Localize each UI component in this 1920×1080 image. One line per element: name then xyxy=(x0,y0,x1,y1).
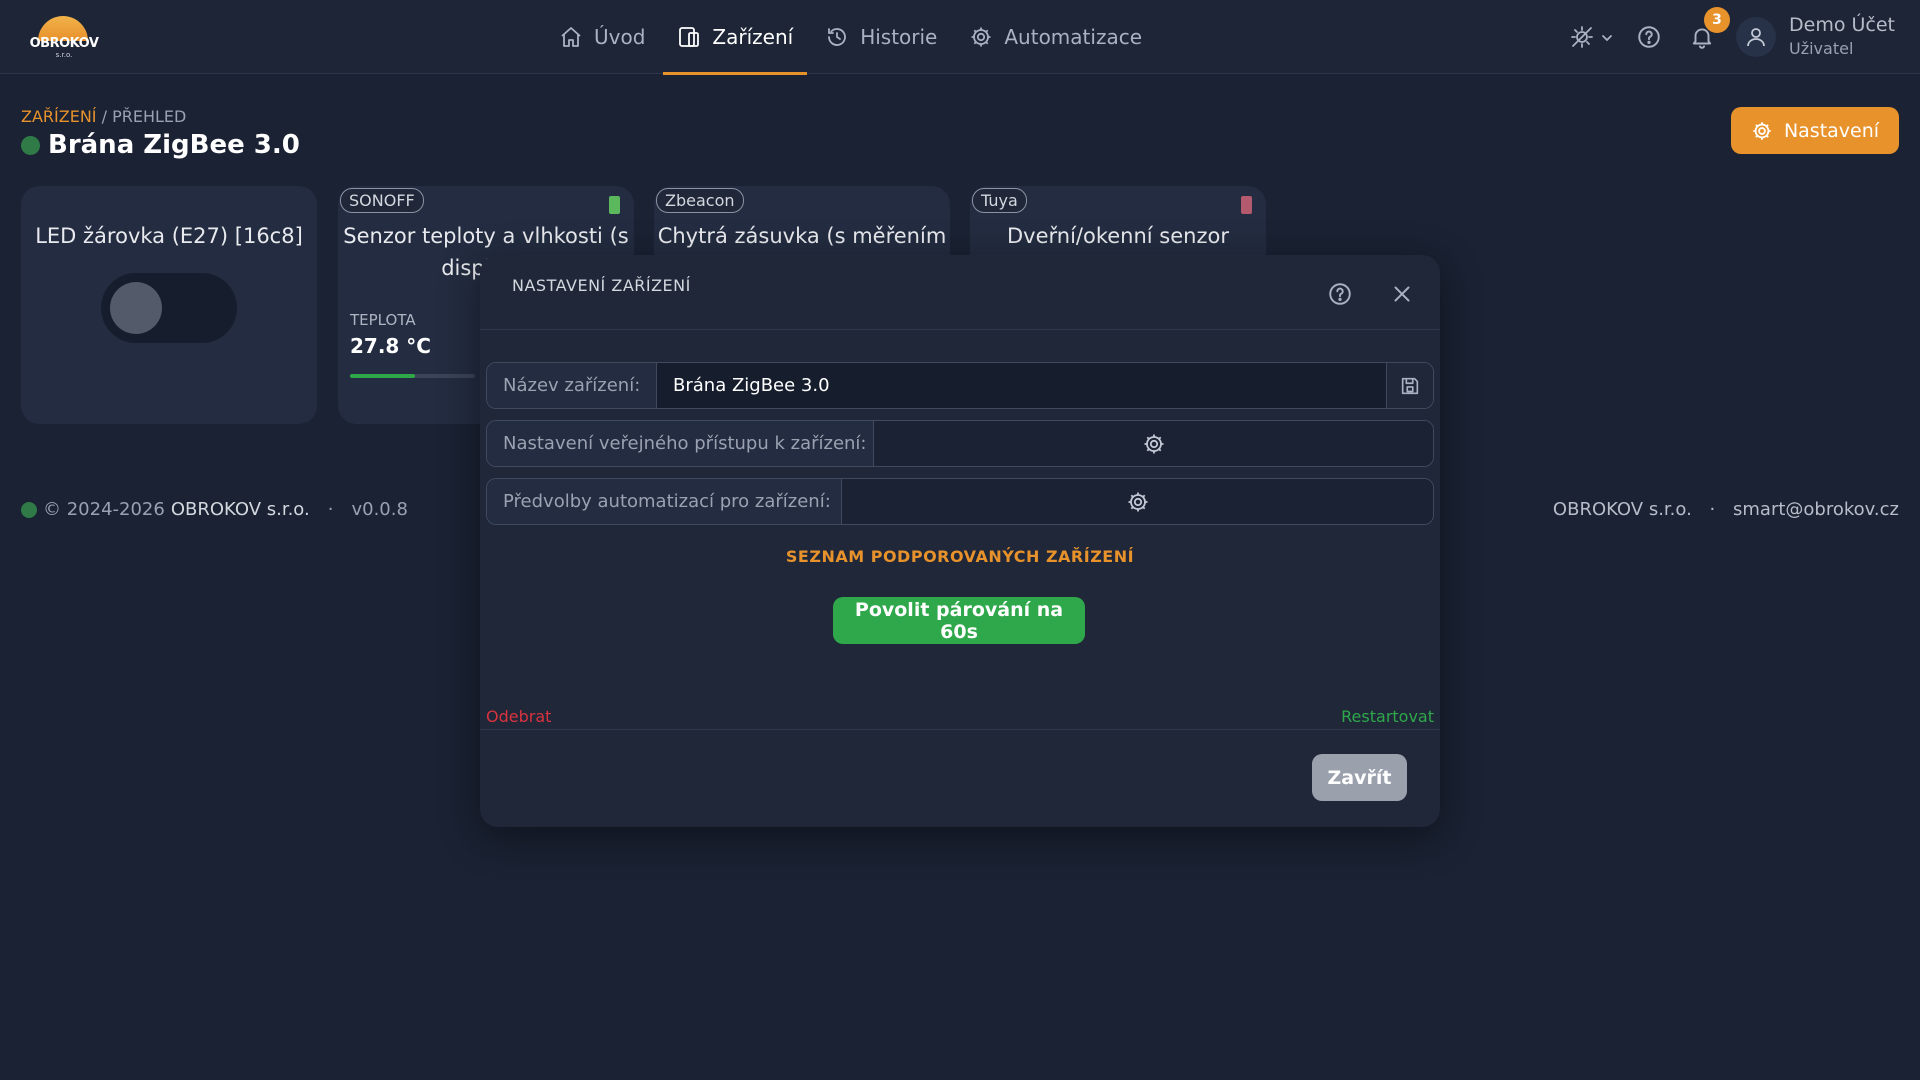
device-name-label: Název zařízení: xyxy=(487,363,657,408)
help-icon xyxy=(1329,283,1351,305)
nav-item-historie[interactable]: Historie xyxy=(811,0,951,74)
modal-header: NASTAVENÍ ZAŘÍZENÍ xyxy=(480,255,1440,330)
temperature-value: 27.8 °C xyxy=(350,334,431,358)
nav-item-label: Zařízení xyxy=(712,25,794,49)
devices-icon xyxy=(679,27,700,47)
device-power-toggle[interactable] xyxy=(101,273,237,343)
remove-device-link[interactable]: Odebrat xyxy=(486,707,551,726)
public-access-settings-button[interactable] xyxy=(874,421,1433,466)
breadcrumb-separator: / xyxy=(96,107,113,126)
help-icon xyxy=(1638,26,1660,48)
gear-icon xyxy=(1753,121,1771,140)
footer-right-company[interactable]: OBROKOV s.r.o. xyxy=(1553,499,1692,520)
page-title: Brána ZigBee 3.0 xyxy=(21,130,300,160)
breadcrumb-current: PŘEHLED xyxy=(112,107,187,126)
nav-item-label: Úvod xyxy=(594,25,646,49)
automation-presets-label: Předvolby automatizací pro zařízení: xyxy=(487,479,842,524)
top-bar: OBROKOV s.r.o. Úvod Zařízení Historie Au… xyxy=(0,0,1920,75)
battery-icon xyxy=(609,196,620,214)
history-icon xyxy=(828,28,847,46)
toggle-knob xyxy=(110,282,162,334)
status-dot-icon xyxy=(21,135,40,155)
footer-separator: · xyxy=(1709,499,1716,520)
chevron-down-icon xyxy=(1602,35,1612,42)
modal-divider xyxy=(480,729,1440,730)
footer-company[interactable]: OBROKOV s.r.o. xyxy=(171,499,310,520)
restart-device-link[interactable]: Restartovat xyxy=(1341,707,1434,726)
footer-right: OBROKOV s.r.o. · smart@obrokov.cz xyxy=(1553,499,1899,520)
close-icon xyxy=(1394,286,1410,302)
theme-toggle[interactable] xyxy=(1570,24,1616,50)
device-card-title: Chytrá zásuvka (s měřením xyxy=(657,224,947,248)
nav-item-automatizace[interactable]: Automatizace xyxy=(955,0,1156,74)
automation-presets-field: Předvolby automatizací pro zařízení: xyxy=(486,478,1434,525)
save-icon xyxy=(1401,377,1419,394)
public-access-field: Nastavení veřejného přístupu k zařízení: xyxy=(486,420,1434,467)
status-dot-icon xyxy=(21,501,37,518)
logo-text: OBROKOV xyxy=(29,36,99,51)
notification-badge: 3 xyxy=(1704,7,1730,33)
user-name[interactable]: Demo Účet xyxy=(1789,14,1895,36)
footer-email[interactable]: smart@obrokov.cz xyxy=(1733,499,1899,520)
temperature-label: TEPLOTA xyxy=(350,311,416,329)
save-name-button[interactable] xyxy=(1386,363,1433,408)
footer-copyright: © 2024-2026 xyxy=(43,499,165,520)
page-title-text: Brána ZigBee 3.0 xyxy=(48,130,300,160)
settings-button[interactable]: Nastavení xyxy=(1731,107,1899,154)
automation-presets-settings-button[interactable] xyxy=(842,479,1433,524)
supported-devices-link[interactable]: SEZNAM PODPOROVANÝCH ZAŘÍZENÍ xyxy=(480,547,1440,566)
temperature-bar xyxy=(350,374,475,378)
avatar[interactable] xyxy=(1736,17,1776,57)
enable-pairing-button[interactable]: Povolit párování na 60s xyxy=(833,597,1085,644)
modal-close-button[interactable] xyxy=(1389,281,1415,307)
gear-icon xyxy=(1128,492,1147,511)
device-card-title: LED žárovka (E27) [16c8] xyxy=(35,224,303,248)
gear-icon xyxy=(971,27,991,47)
footer-separator: · xyxy=(327,499,334,520)
breadcrumb: ZAŘÍZENÍ / PŘEHLED xyxy=(21,107,186,126)
device-brand-tag: Tuya xyxy=(972,188,1027,213)
temperature-bar-fill xyxy=(350,374,415,378)
battery-icon xyxy=(1241,196,1252,214)
user-role: Uživatel xyxy=(1789,39,1854,58)
nav-item-label: Automatizace xyxy=(1004,25,1143,49)
close-modal-button[interactable]: Zavřít xyxy=(1312,754,1407,801)
settings-button-label: Nastavení xyxy=(1783,119,1880,142)
company-logo[interactable]: OBROKOV s.r.o. xyxy=(28,14,100,62)
breadcrumb-root[interactable]: ZAŘÍZENÍ xyxy=(21,107,97,126)
device-card-title: Dveřní/okenní senzor xyxy=(1007,224,1229,248)
modal-title: NASTAVENÍ ZAŘÍZENÍ xyxy=(512,276,691,295)
user-icon xyxy=(1747,28,1765,47)
home-icon xyxy=(561,27,581,47)
public-access-label: Nastavení veřejného přístupu k zařízení: xyxy=(487,421,874,466)
main-nav: Úvod Zařízení Historie Automatizace xyxy=(545,0,1160,75)
nav-item-label: Historie xyxy=(860,25,938,49)
footer-left: © 2024-2026 OBROKOV s.r.o. · v0.0.8 xyxy=(21,499,408,520)
footer-version: v0.0.8 xyxy=(351,499,408,520)
nav-item-uvod[interactable]: Úvod xyxy=(545,0,659,74)
device-name-input[interactable] xyxy=(657,363,1386,408)
help-button[interactable] xyxy=(1636,24,1662,50)
gear-icon xyxy=(1144,434,1163,453)
device-brand-tag: Zbeacon xyxy=(656,188,744,213)
device-card-led-bulb[interactable]: LED žárovka (E27) [16c8] xyxy=(21,186,317,424)
logo-subtext: s.r.o. xyxy=(55,51,73,59)
device-brand-tag: SONOFF xyxy=(340,188,424,213)
modal-help-button[interactable] xyxy=(1327,281,1353,307)
device-name-field: Název zařízení: xyxy=(486,362,1434,409)
theme-sun-icon xyxy=(1571,26,1612,48)
device-settings-modal: NASTAVENÍ ZAŘÍZENÍ Název zařízení: Nasta… xyxy=(480,255,1440,827)
nav-item-zarizeni[interactable]: Zařízení xyxy=(663,0,807,75)
